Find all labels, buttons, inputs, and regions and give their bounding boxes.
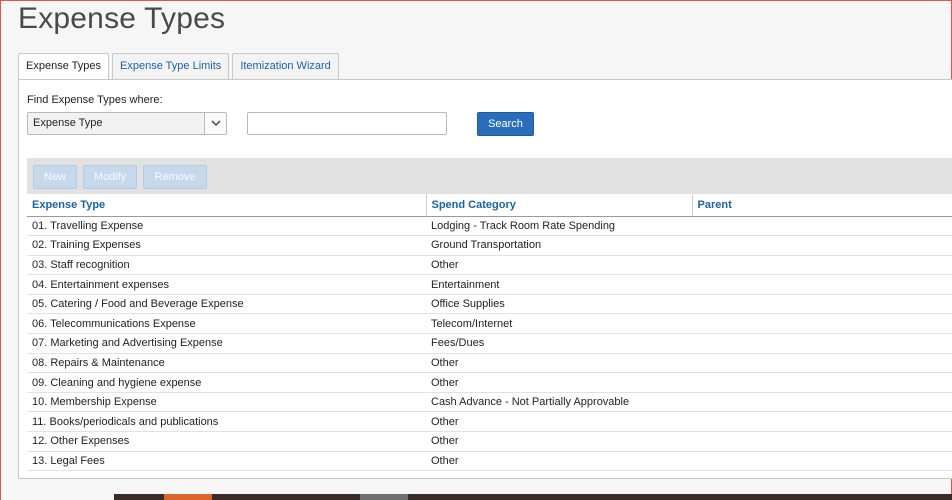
- expense-types-table: Expense Type Spend Category Parent 01. T…: [27, 194, 952, 472]
- cell-spend-category: Cash Advance - Not Partially Approvable: [426, 392, 692, 413]
- column-header-spend-category[interactable]: Spend Category: [426, 194, 693, 217]
- table-row[interactable]: 13. Legal Fees Other: [27, 451, 952, 472]
- modify-button[interactable]: Modify: [83, 165, 137, 189]
- column-header-parent[interactable]: Parent: [692, 194, 952, 217]
- cell-parent: [692, 216, 952, 237]
- tab-expense-type-limits[interactable]: Expense Type Limits: [112, 53, 230, 79]
- tab-expense-types[interactable]: Expense Types: [18, 53, 110, 80]
- cell-spend-category: Other: [426, 372, 692, 393]
- cell-spend-category: Other: [426, 411, 692, 433]
- cell-spend-category: Fees/Dues: [426, 333, 692, 354]
- cell-spend-category: Other: [426, 353, 692, 374]
- chevron-down-icon[interactable]: [204, 113, 226, 134]
- table-row[interactable]: 07. Marketing and Advertising Expense Fee…: [27, 333, 952, 354]
- search-field-value: Expense Type: [33, 117, 103, 129]
- taskbar-item: [360, 494, 408, 500]
- cell-expense-type: 12. Other Expenses: [27, 431, 426, 452]
- table-row[interactable]: 06. Telecommunications Expense Telecom/In…: [27, 313, 952, 335]
- cell-parent: [692, 372, 952, 393]
- tab-bar: Expense Types Expense Type Limits Itemiz…: [18, 53, 339, 80]
- tab-panel: Find Expense Types where: Expense Type S…: [18, 79, 952, 479]
- table-row[interactable]: 01. Travelling Expense Lodging - Track Ro…: [27, 216, 952, 237]
- cell-spend-category: Other: [426, 431, 692, 452]
- remove-button[interactable]: Remove: [143, 165, 207, 189]
- table-row[interactable]: 10. Membership Expense Cash Advance - Not…: [27, 392, 952, 413]
- table-row[interactable]: 12. Other Expenses Other: [27, 431, 952, 452]
- table-header-row: Expense Type Spend Category Parent: [27, 194, 952, 217]
- cell-parent: [692, 431, 952, 452]
- table-row[interactable]: 09. Cleaning and hygiene expense Other: [27, 372, 952, 393]
- find-label: Find Expense Types where:: [27, 94, 163, 106]
- cell-expense-type: 11. Books/periodicals and publications: [27, 411, 426, 433]
- cell-spend-category: Other: [426, 451, 692, 472]
- cell-parent: [692, 451, 952, 472]
- taskbar-item-active: [164, 494, 212, 500]
- cell-expense-type: 07. Marketing and Advertising Expense: [27, 333, 426, 354]
- cell-parent: [692, 353, 952, 374]
- cell-spend-category: Ground Transportation: [426, 235, 692, 256]
- new-button[interactable]: New: [33, 165, 77, 189]
- cell-parent: [692, 294, 952, 315]
- cell-spend-category: Office Supplies: [426, 294, 692, 315]
- cell-expense-type: 10. Membership Expense: [27, 392, 426, 413]
- search-field-select[interactable]: Expense Type: [27, 112, 227, 135]
- cell-spend-category: Lodging - Track Room Rate Spending: [426, 216, 692, 237]
- cell-parent: [692, 255, 952, 276]
- cell-parent: [692, 333, 952, 354]
- search-button[interactable]: Search: [477, 112, 534, 136]
- cell-spend-category: Other: [426, 255, 692, 276]
- cell-expense-type: 08. Repairs & Maintenance: [27, 353, 426, 374]
- table-row[interactable]: 02. Training Expenses Ground Transportati…: [27, 235, 952, 256]
- column-header-expense-type[interactable]: Expense Type: [27, 194, 427, 217]
- search-input[interactable]: [247, 112, 447, 135]
- cell-parent: [692, 411, 952, 433]
- cell-expense-type: 02. Training Expenses: [27, 235, 426, 256]
- cell-expense-type: 05. Catering / Food and Beverage Expense: [27, 294, 426, 315]
- cell-expense-type: 06. Telecommunications Expense: [27, 313, 426, 335]
- cell-parent: [692, 392, 952, 413]
- taskbar-strip: [114, 494, 952, 500]
- cell-expense-type: 09. Cleaning and hygiene expense: [27, 372, 426, 393]
- cell-parent: [692, 235, 952, 256]
- cell-parent: [692, 274, 952, 295]
- table-row[interactable]: 08. Repairs & Maintenance Other: [27, 353, 952, 374]
- page-title: Expense Types: [18, 2, 226, 35]
- cell-expense-type: 04. Entertainment expenses: [27, 274, 426, 295]
- table-row[interactable]: 05. Catering / Food and Beverage Expense…: [27, 294, 952, 315]
- cell-expense-type: 01. Travelling Expense: [27, 216, 426, 237]
- table-row[interactable]: 11. Books/periodicals and publications Ot…: [27, 411, 952, 433]
- cell-expense-type: 03. Staff recognition: [27, 255, 426, 276]
- grid-toolbar: New Modify Remove: [27, 158, 952, 194]
- cell-spend-category: Entertainment: [426, 274, 692, 295]
- cell-spend-category: Telecom/Internet: [426, 313, 692, 335]
- cell-expense-type: 13. Legal Fees: [27, 451, 426, 472]
- cell-parent: [692, 313, 952, 335]
- tab-itemization-wizard[interactable]: Itemization Wizard: [232, 53, 339, 79]
- table-row[interactable]: 04. Entertainment expenses Entertainment: [27, 274, 952, 295]
- table-row[interactable]: 03. Staff recognition Other: [27, 255, 952, 276]
